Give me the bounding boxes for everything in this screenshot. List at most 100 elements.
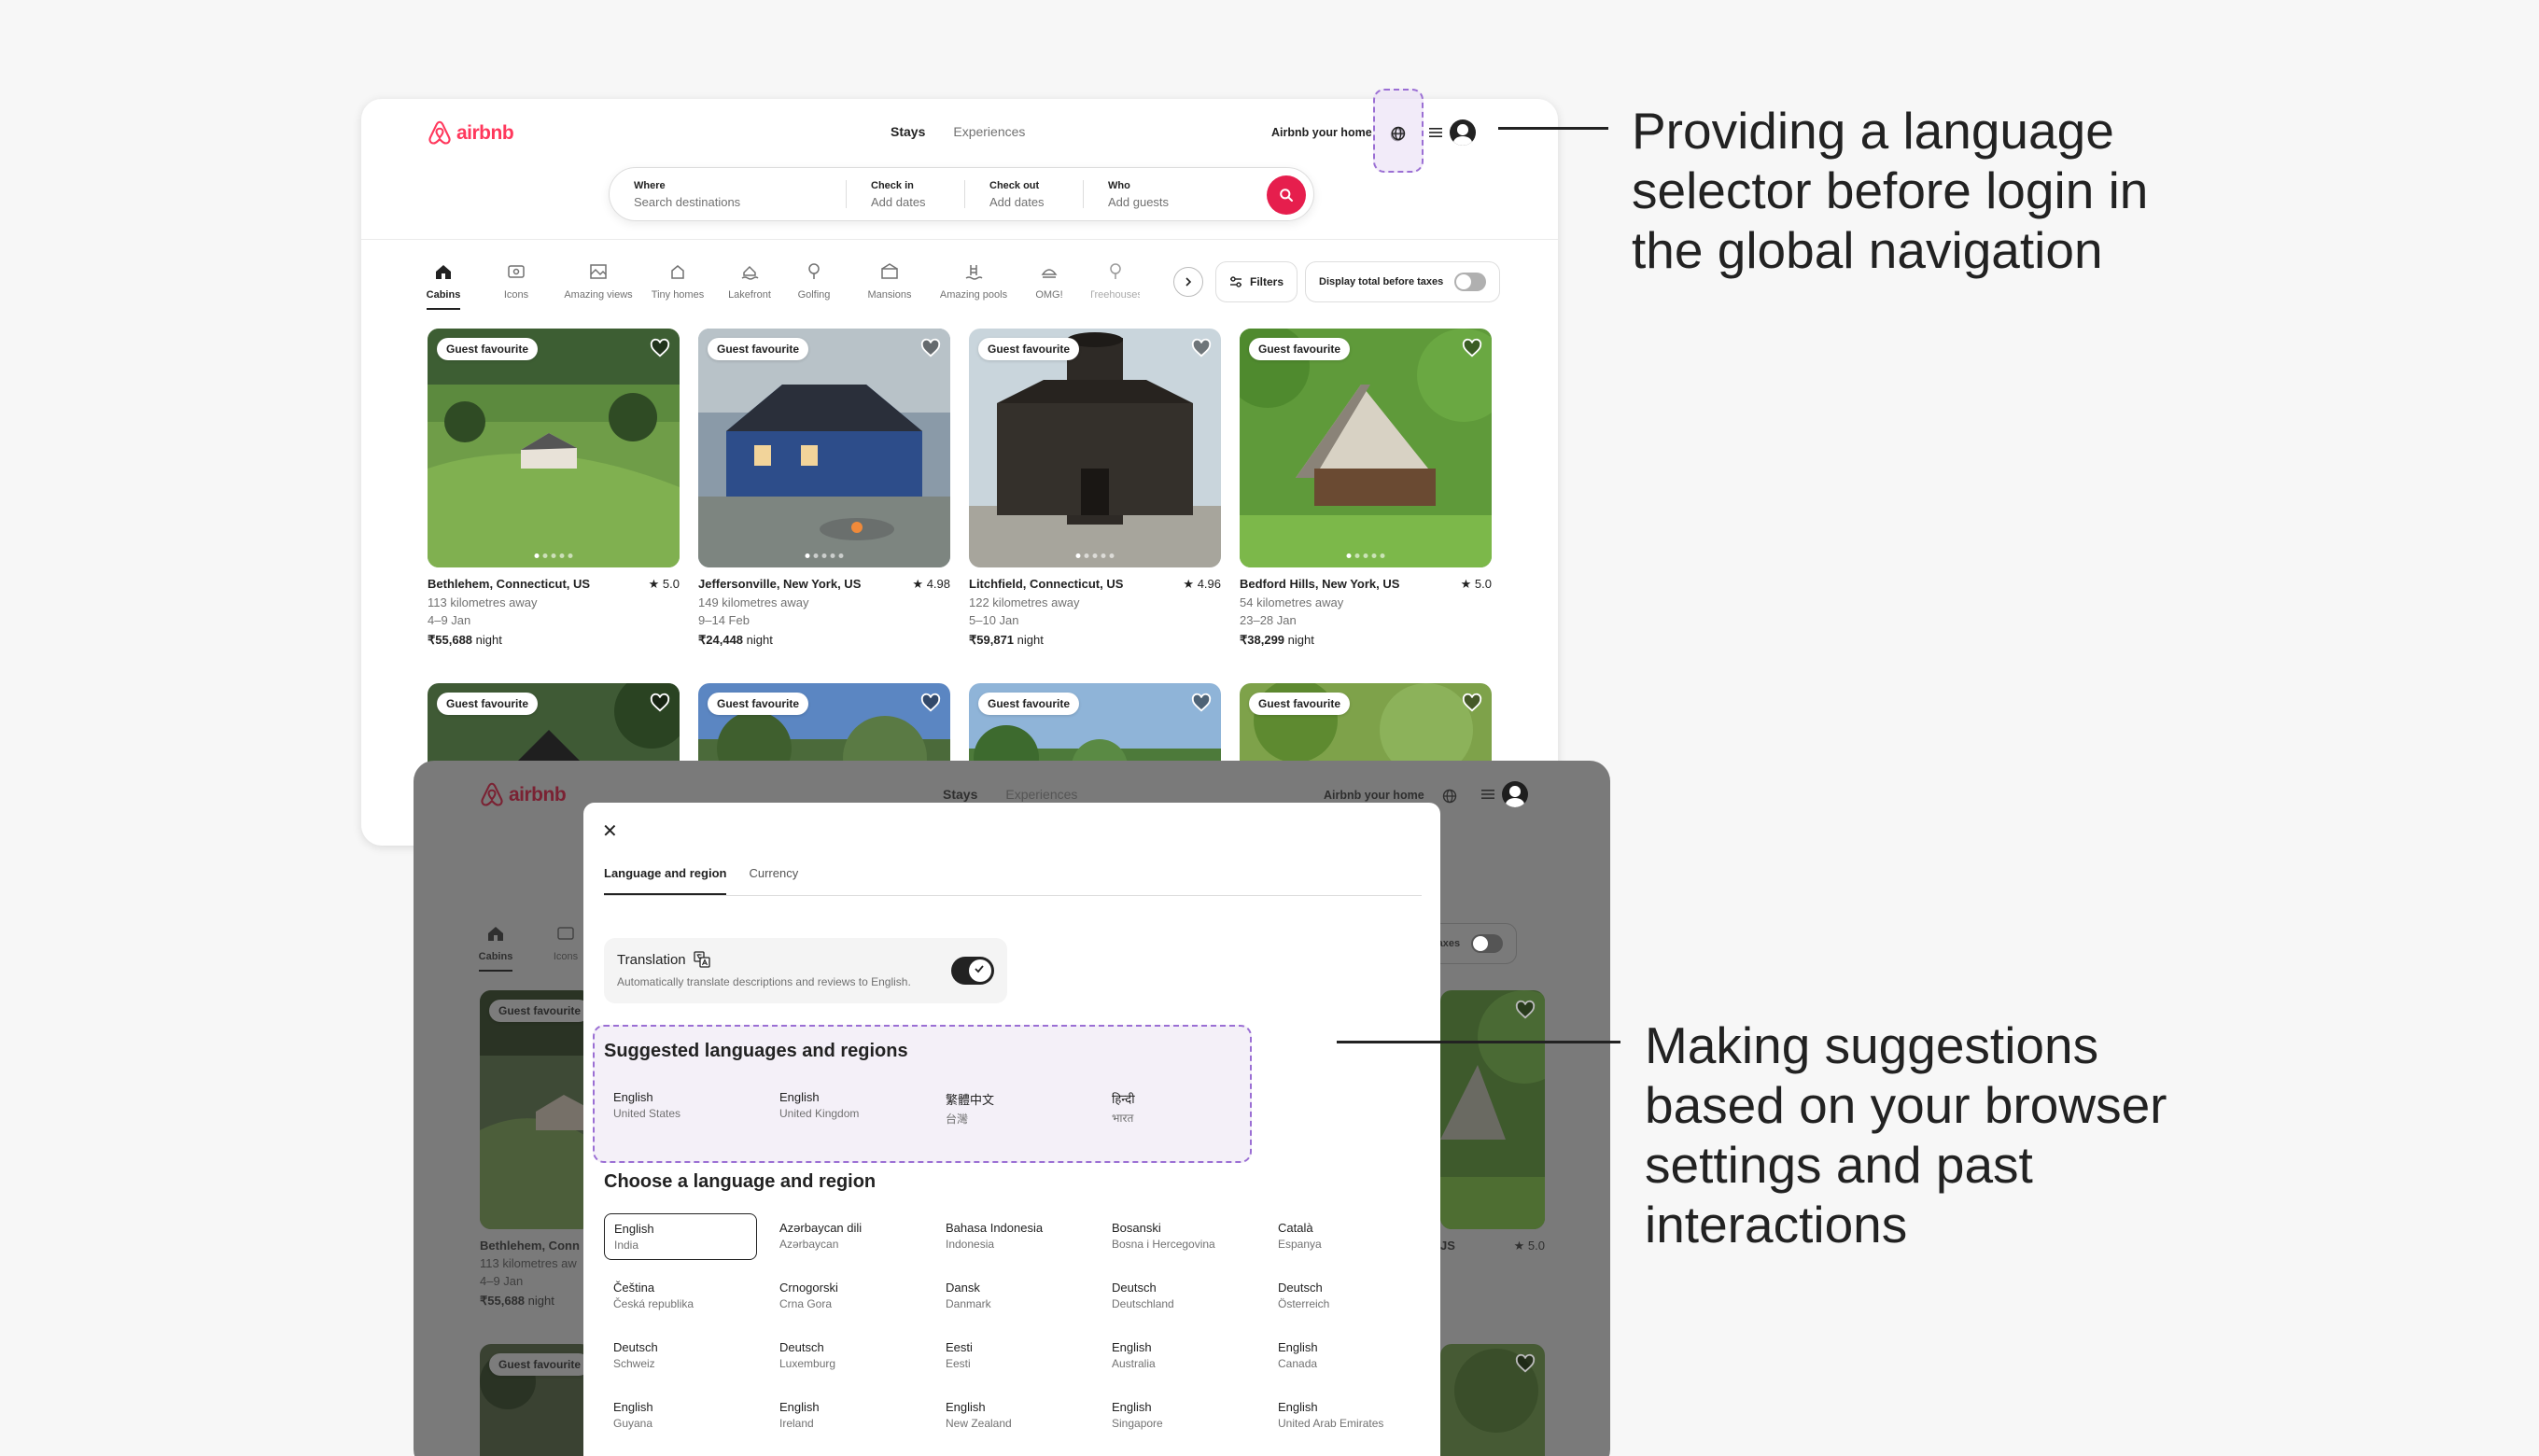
category-amazing-views[interactable]: Amazing views <box>561 261 636 310</box>
language-option[interactable]: Crnogorski Crna Gora <box>770 1273 923 1320</box>
search-bar: Where Search destinations Check in Add d… <box>609 167 1314 221</box>
listing-card[interactable]: Guest favourite Bedford Hills, New York,… <box>1240 329 1492 648</box>
suggested-language-option[interactable]: 繁體中文 台灣 <box>936 1083 1089 1129</box>
category-bar: Cabins Icons Amazing views Tiny homes La… <box>427 261 1140 310</box>
airbnb-logo[interactable]: airbnb <box>427 119 514 147</box>
filters-button[interactable]: Filters <box>1215 261 1298 302</box>
listing-photo[interactable]: Guest favourite <box>1240 329 1492 567</box>
listing-image <box>969 329 1221 567</box>
header-divider <box>361 239 1558 240</box>
language-option[interactable]: English Canada <box>1269 1333 1422 1379</box>
check-in-placeholder: Add dates <box>871 194 926 209</box>
user-avatar-icon <box>1450 119 1476 146</box>
callout-line: based on your browser <box>1645 1076 2167 1134</box>
listing-title: Jeffersonville, New York, US <box>698 577 862 591</box>
language-option[interactable]: Deutsch Österreich <box>1269 1273 1422 1320</box>
listing-card[interactable]: Guest favourite Bethlehem, Connecticut, … <box>428 329 680 648</box>
listing-photo <box>1440 1344 1545 1456</box>
suggested-language-option[interactable]: English United States <box>604 1083 757 1129</box>
check-out-placeholder: Add dates <box>989 194 1045 209</box>
listing-card[interactable]: Guest favourite Jeffersonville, New York… <box>698 329 950 648</box>
category-icons[interactable]: Icons <box>499 261 533 310</box>
display-total-toggle[interactable]: Display total before taxes <box>1305 261 1501 302</box>
heart-icon[interactable] <box>1462 338 1482 358</box>
heart-icon[interactable] <box>650 693 670 713</box>
tab-stays[interactable]: Stays <box>891 124 925 139</box>
listing-card[interactable]: Guest favourite Litchfield, Connecticut,… <box>969 329 1221 648</box>
category-amazing-pools[interactable]: Amazing pools <box>936 261 1011 310</box>
listing-photo[interactable]: Guest favourite <box>428 329 680 567</box>
language-option[interactable]: English United Arab Emirates <box>1269 1393 1437 1439</box>
listing-distance: 113 kilometres away <box>428 595 538 609</box>
carousel-dots <box>1075 553 1115 558</box>
where-field[interactable]: Where Search destinations <box>610 168 846 220</box>
language-option[interactable]: Deutsch Luxemburg <box>770 1333 923 1379</box>
close-icon[interactable]: ✕ <box>602 819 618 843</box>
category-tiny-homes[interactable]: Tiny homes <box>645 261 710 310</box>
suggested-language-option[interactable]: हिन्दी भारत <box>1102 1083 1255 1129</box>
check-out-field[interactable]: Check out Add dates <box>965 168 1083 220</box>
views-icon <box>588 261 609 282</box>
language-option[interactable]: English New Zealand <box>936 1393 1089 1439</box>
category-treehouses[interactable]: Treehouses <box>1091 261 1140 310</box>
language-option[interactable]: Català Espanya <box>1269 1213 1422 1260</box>
language-option[interactable]: Čeština Česká republika <box>604 1273 757 1320</box>
language-name: हिन्दी <box>1112 1092 1135 1106</box>
listing-photo[interactable]: Guest favourite <box>969 329 1221 567</box>
listing-rating: ★ 5.0 <box>1513 1239 1545 1253</box>
who-field[interactable]: Who Add guests <box>1084 168 1270 220</box>
suggested-language-option[interactable]: English United Kingdom <box>770 1083 923 1129</box>
category-label: Mansions <box>867 289 912 301</box>
category-lakefront[interactable]: Lakefront <box>722 261 778 310</box>
language-option[interactable]: Deutsch Schweiz <box>604 1333 757 1379</box>
language-option[interactable]: English Guyana <box>604 1393 757 1439</box>
language-name: Dansk <box>946 1281 980 1295</box>
language-option[interactable]: English Singapore <box>1102 1393 1255 1439</box>
guest-favourite-badge: Guest favourite <box>708 693 809 715</box>
where-label: Where <box>634 179 666 191</box>
language-option[interactable]: Dansk Danmark <box>936 1273 1089 1320</box>
category-omg[interactable]: OMG! <box>1026 261 1073 310</box>
category-mansions[interactable]: Mansions <box>862 261 918 310</box>
category-label: Golfing <box>797 289 831 301</box>
user-menu-button <box>1481 781 1528 807</box>
language-option[interactable]: Bosanski Bosna i Hercegovina <box>1102 1213 1255 1260</box>
language-option[interactable]: Deutsch Deutschland <box>1102 1273 1255 1320</box>
tab-experiences[interactable]: Experiences <box>953 124 1025 139</box>
language-name: Čeština <box>613 1281 655 1295</box>
language-option[interactable]: Azərbaycan dili Azərbaycan <box>770 1213 923 1260</box>
heart-icon[interactable] <box>1462 693 1482 713</box>
category-cabins[interactable]: Cabins <box>427 261 460 310</box>
region-name: United Arab Emirates <box>1278 1417 1384 1430</box>
language-option[interactable]: English Australia <box>1102 1333 1255 1379</box>
heart-icon[interactable] <box>1191 338 1212 358</box>
heart-icon[interactable] <box>1191 693 1212 713</box>
translate-icon <box>694 951 710 968</box>
language-selector-button[interactable] <box>1387 122 1410 145</box>
language-option[interactable]: Bahasa Indonesia Indonesia <box>936 1213 1089 1260</box>
guest-favourite-badge: Guest favourite <box>1249 693 1351 715</box>
user-menu-button[interactable] <box>1429 119 1476 146</box>
airbnb-your-home-link[interactable]: Airbnb your home <box>1271 126 1372 139</box>
translation-toggle[interactable] <box>951 957 994 985</box>
tab-currency[interactable]: Currency <box>749 866 798 895</box>
heart-icon[interactable] <box>920 693 941 713</box>
heart-icon[interactable] <box>650 338 670 358</box>
tiny-home-icon <box>667 261 688 282</box>
taxes-switch[interactable] <box>1454 273 1487 291</box>
category-label: Lakefront <box>728 289 771 301</box>
listing-photo[interactable]: Guest favourite <box>698 329 950 567</box>
language-option[interactable]: English Ireland <box>770 1393 923 1439</box>
category-golfing[interactable]: Golfing <box>791 261 837 310</box>
guest-favourite-badge: Guest favourite <box>437 693 539 715</box>
category-next-button[interactable] <box>1173 267 1203 297</box>
callout-line: selector before login in <box>1632 161 2149 219</box>
heart-icon[interactable] <box>920 338 941 358</box>
language-option-selected[interactable]: English India <box>604 1213 757 1260</box>
check-in-field[interactable]: Check in Add dates <box>847 168 964 220</box>
tab-language-region[interactable]: Language and region <box>604 866 727 895</box>
language-name: English <box>1112 1340 1152 1354</box>
search-button[interactable] <box>1267 175 1306 215</box>
listing-dates: 23–28 Jan <box>1240 613 1297 627</box>
language-option[interactable]: Eesti Eesti <box>936 1333 1089 1379</box>
